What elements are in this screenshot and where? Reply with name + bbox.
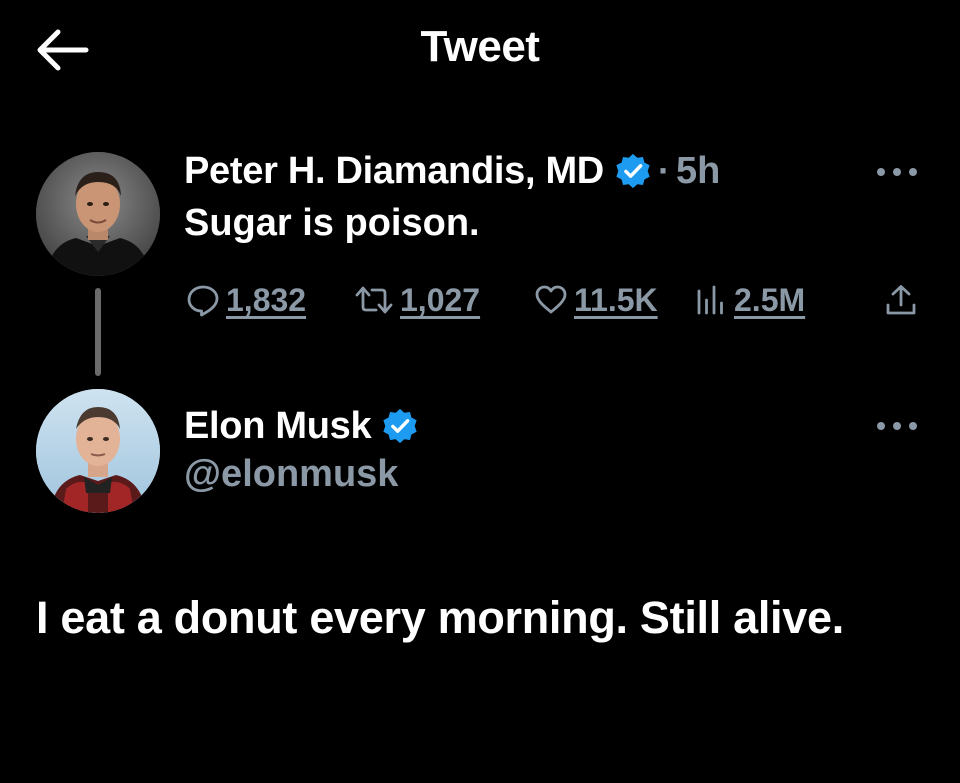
views-count: 2.5M xyxy=(734,281,806,318)
like-count: 11.5K xyxy=(574,281,658,318)
tweet-header: Peter H. Diamandis, MD · 5h xyxy=(184,146,720,196)
avatar-image xyxy=(36,152,160,276)
verified-badge-icon xyxy=(616,153,650,189)
author-name[interactable]: Elon Musk xyxy=(184,405,372,448)
retweet-count: 1,027 xyxy=(400,281,481,318)
tweet-text: Sugar is poison. xyxy=(184,202,480,244)
avatar[interactable] xyxy=(36,389,160,513)
heart-icon xyxy=(535,285,567,314)
author-name[interactable]: Peter H. Diamandis, MD xyxy=(184,150,604,193)
retweet-button[interactable]: 1,027 xyxy=(354,276,480,324)
tweet-header: Elon Musk xyxy=(184,401,419,451)
avatar[interactable] xyxy=(36,152,160,276)
reply-count: 1,832 xyxy=(226,281,307,318)
avatar-image xyxy=(36,389,160,513)
share-upload-icon xyxy=(886,285,916,315)
timestamp[interactable]: 5h xyxy=(676,150,720,193)
share-button[interactable] xyxy=(884,276,918,324)
tweet-actions-bar: 1,832 1,027 11.5K 2.5M xyxy=(184,276,924,324)
analytics-bars-icon xyxy=(697,285,723,315)
page-title: Tweet xyxy=(420,22,540,71)
more-dots-icon xyxy=(877,422,917,430)
reply-icon xyxy=(187,285,219,317)
verified-badge-icon xyxy=(383,408,417,444)
separator-dot: · xyxy=(657,150,670,191)
more-options-button[interactable] xyxy=(874,157,920,187)
author-handle[interactable]: @elonmusk xyxy=(184,453,398,496)
retweet-icon xyxy=(355,286,393,314)
more-dots-icon xyxy=(877,168,917,176)
reply-button[interactable]: 1,832 xyxy=(186,276,306,324)
like-button[interactable]: 11.5K xyxy=(534,276,658,324)
thread-connector-line xyxy=(95,288,101,376)
top-bar: Tweet xyxy=(0,0,960,100)
views-button[interactable]: 2.5M xyxy=(694,276,805,324)
tweet-text: I eat a donut every morning. Still alive… xyxy=(36,592,844,643)
more-options-button[interactable] xyxy=(874,411,920,441)
